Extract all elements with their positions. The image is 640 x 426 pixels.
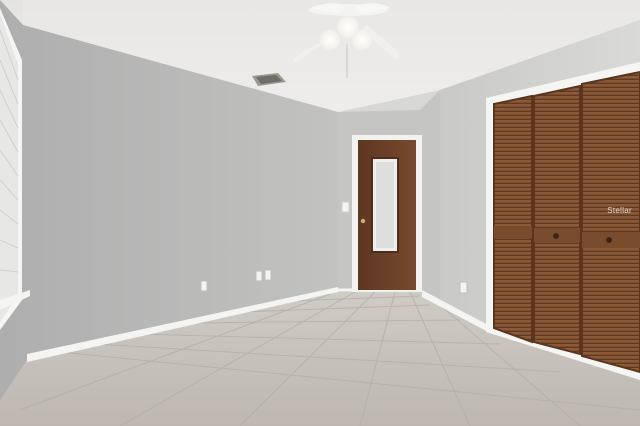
room-photo: Stellar <box>0 0 640 426</box>
wall-outlet <box>459 281 468 294</box>
entry-door <box>352 135 422 292</box>
wall-outlet <box>200 280 208 292</box>
wall-outlet <box>264 269 272 281</box>
watermark-logo: Stellar <box>607 206 632 215</box>
room-illustration <box>0 0 640 426</box>
wall-outlet <box>255 270 263 282</box>
closet-door-panel <box>581 70 640 374</box>
light-switch <box>341 201 350 213</box>
closet-door-panel <box>533 84 581 356</box>
closet <box>486 62 640 380</box>
closet-door-panel <box>493 94 533 344</box>
